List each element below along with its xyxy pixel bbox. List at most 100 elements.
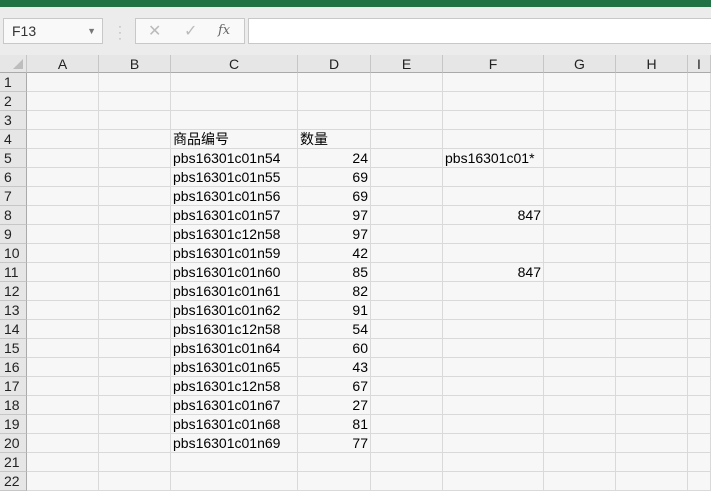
cell-e21[interactable] — [371, 453, 443, 472]
cell-g5[interactable] — [544, 149, 616, 168]
cell-f3[interactable] — [443, 111, 544, 130]
row-header-15[interactable]: 15 — [0, 339, 27, 358]
row-header-9[interactable]: 9 — [0, 225, 27, 244]
cell-f6[interactable] — [443, 168, 544, 187]
cell-i9[interactable] — [688, 225, 711, 244]
cell-g6[interactable] — [544, 168, 616, 187]
enter-icon[interactable]: ✓ — [184, 21, 197, 41]
cell-d3[interactable] — [298, 111, 371, 130]
cell-g4[interactable] — [544, 130, 616, 149]
cell-c9[interactable]: pbs16301c12n58 — [171, 225, 298, 244]
cell-c16[interactable]: pbs16301c01n65 — [171, 358, 298, 377]
cell-c1[interactable] — [171, 73, 298, 92]
cell-d19[interactable]: 81 — [298, 415, 371, 434]
cell-e9[interactable] — [371, 225, 443, 244]
cell-g19[interactable] — [544, 415, 616, 434]
cell-a8[interactable] — [27, 206, 99, 225]
cell-c4[interactable]: 商品编号 — [171, 130, 298, 149]
cell-g14[interactable] — [544, 320, 616, 339]
cell-d13[interactable]: 91 — [298, 301, 371, 320]
row-header-22[interactable]: 22 — [0, 472, 27, 491]
cell-i11[interactable] — [688, 263, 711, 282]
cell-b5[interactable] — [99, 149, 171, 168]
cell-i15[interactable] — [688, 339, 711, 358]
row-header-17[interactable]: 17 — [0, 377, 27, 396]
insert-function-icon[interactable]: fx — [218, 23, 230, 38]
cell-g17[interactable] — [544, 377, 616, 396]
cell-i4[interactable] — [688, 130, 711, 149]
cell-a18[interactable] — [27, 396, 99, 415]
cell-d16[interactable]: 43 — [298, 358, 371, 377]
cell-h21[interactable] — [616, 453, 688, 472]
cell-e12[interactable] — [371, 282, 443, 301]
formula-input[interactable] — [248, 18, 711, 44]
cell-c11[interactable]: pbs16301c01n60 — [171, 263, 298, 282]
cell-a3[interactable] — [27, 111, 99, 130]
cell-f19[interactable] — [443, 415, 544, 434]
cell-a16[interactable] — [27, 358, 99, 377]
cell-d18[interactable]: 27 — [298, 396, 371, 415]
row-header-4[interactable]: 4 — [0, 130, 27, 149]
cell-a7[interactable] — [27, 187, 99, 206]
cell-c3[interactable] — [171, 111, 298, 130]
cell-c13[interactable]: pbs16301c01n62 — [171, 301, 298, 320]
cell-e15[interactable] — [371, 339, 443, 358]
cell-c14[interactable]: pbs16301c12n58 — [171, 320, 298, 339]
row-header-7[interactable]: 7 — [0, 187, 27, 206]
cell-g9[interactable] — [544, 225, 616, 244]
cell-i1[interactable] — [688, 73, 711, 92]
cell-f12[interactable] — [443, 282, 544, 301]
cell-a14[interactable] — [27, 320, 99, 339]
cell-a6[interactable] — [27, 168, 99, 187]
cell-g20[interactable] — [544, 434, 616, 453]
cell-a10[interactable] — [27, 244, 99, 263]
cell-h20[interactable] — [616, 434, 688, 453]
cell-g13[interactable] — [544, 301, 616, 320]
cell-e19[interactable] — [371, 415, 443, 434]
column-header-e[interactable]: E — [371, 55, 443, 73]
cell-d4[interactable]: 数量 — [298, 130, 371, 149]
row-header-18[interactable]: 18 — [0, 396, 27, 415]
cell-c6[interactable]: pbs16301c01n55 — [171, 168, 298, 187]
cell-b7[interactable] — [99, 187, 171, 206]
name-box[interactable]: F13 ▼ — [3, 18, 103, 44]
cell-c19[interactable]: pbs16301c01n68 — [171, 415, 298, 434]
cell-d9[interactable]: 97 — [298, 225, 371, 244]
cell-a1[interactable] — [27, 73, 99, 92]
cell-e10[interactable] — [371, 244, 443, 263]
cell-a4[interactable] — [27, 130, 99, 149]
cell-e18[interactable] — [371, 396, 443, 415]
cell-b12[interactable] — [99, 282, 171, 301]
cell-f13[interactable] — [443, 301, 544, 320]
cell-i17[interactable] — [688, 377, 711, 396]
cell-f4[interactable] — [443, 130, 544, 149]
cell-c20[interactable]: pbs16301c01n69 — [171, 434, 298, 453]
cell-d7[interactable]: 69 — [298, 187, 371, 206]
cancel-icon[interactable]: ✕ — [148, 21, 161, 41]
cell-i6[interactable] — [688, 168, 711, 187]
cell-b9[interactable] — [99, 225, 171, 244]
cell-a20[interactable] — [27, 434, 99, 453]
cell-g1[interactable] — [544, 73, 616, 92]
row-header-13[interactable]: 13 — [0, 301, 27, 320]
cell-c5[interactable]: pbs16301c01n54 — [171, 149, 298, 168]
cell-d8[interactable]: 97 — [298, 206, 371, 225]
row-header-16[interactable]: 16 — [0, 358, 27, 377]
row-header-3[interactable]: 3 — [0, 111, 27, 130]
row-header-20[interactable]: 20 — [0, 434, 27, 453]
cell-e14[interactable] — [371, 320, 443, 339]
cell-d10[interactable]: 42 — [298, 244, 371, 263]
cell-e7[interactable] — [371, 187, 443, 206]
cell-b20[interactable] — [99, 434, 171, 453]
cell-a15[interactable] — [27, 339, 99, 358]
cell-d1[interactable] — [298, 73, 371, 92]
cell-i7[interactable] — [688, 187, 711, 206]
cell-g15[interactable] — [544, 339, 616, 358]
cell-f11[interactable]: 847 — [443, 263, 544, 282]
cell-a19[interactable] — [27, 415, 99, 434]
cell-a2[interactable] — [27, 92, 99, 111]
cell-f22[interactable] — [443, 472, 544, 491]
cell-d22[interactable] — [298, 472, 371, 491]
cell-g11[interactable] — [544, 263, 616, 282]
cell-g3[interactable] — [544, 111, 616, 130]
